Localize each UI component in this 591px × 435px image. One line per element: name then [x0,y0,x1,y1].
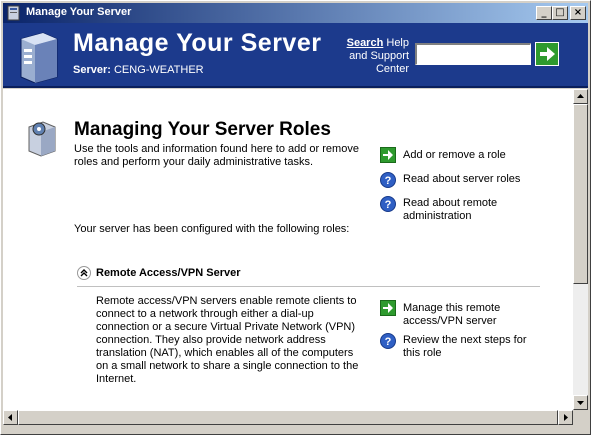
content-pane: Managing Your Server Roles Use the tools… [3,89,573,410]
help-icon[interactable]: ? [380,333,396,349]
add-remove-role-link[interactable]: Add or remove a role [403,149,506,162]
read-server-roles-link[interactable]: Read about server roles [403,173,520,186]
scrollbar-corner [573,410,588,425]
svg-text:?: ? [385,336,392,348]
configured-roles-text: Your server has been configured with the… [74,223,350,235]
horizontal-scroll-thumb[interactable] [18,410,558,425]
review-next-steps-link[interactable]: Review the next steps for this role [403,334,533,360]
chevron-right-icon [564,414,568,421]
read-remote-admin-link[interactable]: Read about remote administration [403,197,513,223]
vertical-scrollbar[interactable] [573,89,588,410]
close-button[interactable]: × [570,6,586,20]
collapse-section-icon[interactable] [77,266,91,280]
arrow-right-icon [540,47,555,61]
server-app-icon [7,5,20,21]
svg-text:?: ? [385,199,392,211]
role-title: Remote Access/VPN Server [96,267,241,279]
green-arrow-icon[interactable] [380,147,396,163]
chevron-left-icon [8,414,12,421]
server-label: Server: [73,64,111,76]
vertical-scroll-thumb[interactable] [573,104,588,284]
page-title: Managing Your Server Roles [74,119,331,140]
green-arrow-icon[interactable] [380,300,396,316]
chevron-up-icon [577,94,584,98]
role-divider [77,286,540,287]
maximize-button[interactable]: □ [552,6,568,20]
server-name: CENG-WEATHER [113,64,204,76]
window-title: Manage Your Server [26,6,132,18]
search-input[interactable] [415,43,531,65]
horizontal-scrollbar[interactable] [3,410,573,425]
manage-your-server-window: Manage Your Server _ □ × Manage Your Ser… [0,0,591,435]
help-icon[interactable]: ? [380,196,396,212]
svg-text:?: ? [385,175,392,187]
search-label-bold: Search [346,37,384,49]
server-roles-icon [28,121,56,157]
search-go-button[interactable] [535,42,559,66]
role-description: Remote access/VPN servers enable remote … [96,295,359,385]
scroll-down-button[interactable] [573,395,588,410]
scroll-right-button[interactable] [558,410,573,425]
manage-vpn-link[interactable]: Manage this remote access/VPN server [403,302,523,328]
scroll-up-button[interactable] [573,89,588,104]
header-title: Manage Your Server [73,29,322,57]
intro-text: Use the tools and information found here… [74,143,359,168]
header-band: Manage Your Server Server: CENG-WEATHER … [3,23,588,88]
server-icon [20,32,58,83]
help-icon[interactable]: ? [380,172,396,188]
search-label: Search Help and Support Center [333,37,409,76]
chevron-down-icon [577,401,584,405]
server-name-label: Server: CENG-WEATHER [73,64,204,76]
title-bar[interactable]: Manage Your Server _ □ × [3,3,588,23]
minimize-button[interactable]: _ [536,6,552,20]
scroll-left-button[interactable] [3,410,18,425]
